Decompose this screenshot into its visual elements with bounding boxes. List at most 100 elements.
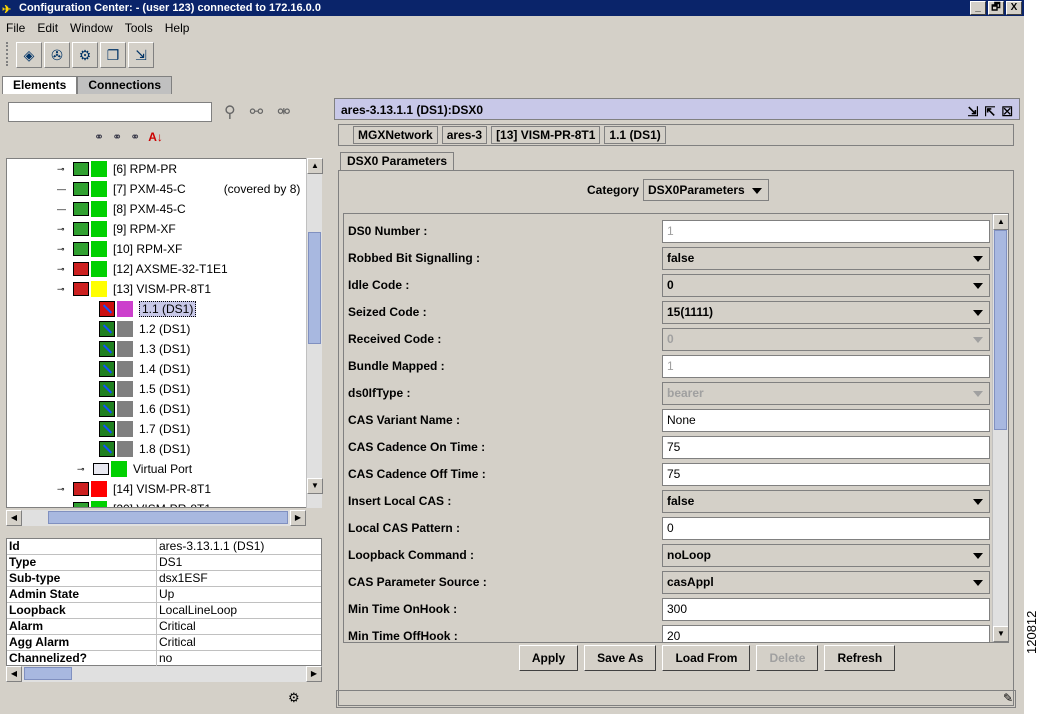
tree-item[interactable]: ⊸ [20] VISM-PR-8T1	[57, 499, 211, 508]
field-select[interactable]: noLoop	[662, 544, 990, 567]
tree-expander-icon[interactable]: ⊸	[57, 504, 67, 508]
tree-item[interactable]: 1.1 (DS1)	[77, 299, 197, 319]
status-icon[interactable]: ⚙	[288, 690, 300, 706]
gear-icon[interactable]: ⚙	[72, 42, 98, 68]
tree-item[interactable]: 1.2 (DS1)	[77, 319, 190, 339]
tree-item[interactable]: — [7] PXM-45-C (covered by 8)	[57, 179, 300, 199]
menu-edit[interactable]: Edit	[31, 18, 64, 40]
refresh-button[interactable]: Refresh	[824, 645, 896, 671]
scroll-thumb[interactable]	[308, 232, 321, 344]
field-select[interactable]: 0	[662, 274, 990, 297]
field-input[interactable]: 75	[662, 463, 990, 486]
tree-expander-icon[interactable]: —	[57, 184, 67, 194]
tree-horizontal-scrollbar[interactable]: ◀ ▶	[6, 510, 306, 526]
field-select[interactable]: false	[662, 247, 990, 270]
tree-expander-icon[interactable]: ⊸	[57, 284, 67, 295]
tree-item[interactable]: — [8] PXM-45-C	[57, 199, 186, 219]
export-icon[interactable]: ⇲	[128, 42, 154, 68]
field-select[interactable]: casAppl	[662, 571, 990, 594]
restore-icon[interactable]: ⇱	[984, 101, 995, 123]
property-row: Id ares-3.13.1.1 (DS1)	[7, 539, 321, 555]
tree-item[interactable]: ⊸ [14] VISM-PR-8T1	[57, 479, 211, 499]
tree-item[interactable]: ⊸ [12] AXSME-32-T1E1	[57, 259, 228, 279]
minimize-button[interactable]: _	[970, 1, 986, 15]
field-input[interactable]: 300	[662, 598, 990, 621]
toolbar-grip[interactable]	[6, 42, 10, 66]
scroll-down-arrow[interactable]: ▼	[307, 478, 323, 494]
edit-icon[interactable]: ✎	[1003, 691, 1013, 705]
cube-icon[interactable]: ◈	[16, 42, 42, 68]
fields-scroll-up-arrow[interactable]: ▲	[993, 214, 1008, 230]
tree-expander-icon[interactable]: ⊸	[57, 264, 67, 275]
scroll-right-arrow[interactable]: ▶	[290, 510, 306, 526]
breadcrumb-line[interactable]: 1.1 (DS1)	[604, 126, 666, 144]
menu-tools[interactable]: Tools	[119, 18, 159, 40]
tree-expander-icon[interactable]: —	[57, 204, 67, 214]
tree-item[interactable]: 1.7 (DS1)	[77, 419, 190, 439]
tree-expander-icon[interactable]: ⊸	[57, 164, 67, 175]
hscroll-thumb[interactable]	[48, 511, 288, 524]
undock-icon[interactable]: ⇲	[968, 101, 979, 123]
tree-item[interactable]: ⊸ [10] RPM-XF	[57, 239, 182, 259]
tab-elements[interactable]: Elements	[2, 76, 78, 94]
tree-item[interactable]: 1.8 (DS1)	[77, 439, 190, 459]
field-select[interactable]: false	[662, 490, 990, 513]
tree-item[interactable]: ⊸ [9] RPM-XF	[57, 219, 176, 239]
tree-item[interactable]: 1.3 (DS1)	[77, 339, 190, 359]
sort-az-icon[interactable]: A↓	[148, 130, 163, 144]
tree-expander-icon[interactable]: ⊸	[57, 244, 67, 255]
expand-level-icon[interactable]: ⚭	[130, 130, 140, 144]
element-tree[interactable]: ⊸ [6] RPM-PR — [7] PXM-45-C (covered by 8) — […	[6, 158, 322, 508]
props-scroll-left-arrow[interactable]: ◀	[6, 666, 22, 682]
maximize-button[interactable]: 🗗	[988, 1, 1004, 15]
tab-connections[interactable]: Connections	[77, 76, 173, 94]
search-input[interactable]	[8, 102, 212, 122]
tree-vertical-scrollbar[interactable]: ▲ ▼	[306, 158, 323, 508]
fields-scrollbar[interactable]: ▲ ▼	[992, 214, 1008, 642]
tree-expander-icon[interactable]: ⊸	[57, 484, 67, 495]
breadcrumb-network[interactable]: MGXNetwork	[353, 126, 438, 144]
tree-item[interactable]: 1.6 (DS1)	[77, 399, 190, 419]
tree-item[interactable]: ⊸ [6] RPM-PR	[57, 159, 177, 179]
field-input[interactable]: None	[662, 409, 990, 432]
fields-scroll-thumb[interactable]	[994, 230, 1007, 430]
tree-item[interactable]: 1.5 (DS1)	[77, 379, 190, 399]
expand-all-icon[interactable]: ⚭	[94, 130, 104, 144]
props-horizontal-scrollbar[interactable]: ◀ ▶	[6, 666, 322, 682]
props-scroll-right-arrow[interactable]: ▶	[306, 666, 322, 682]
load-from-button[interactable]: Load From	[662, 645, 751, 671]
tree-expander-icon[interactable]: ⊸	[57, 224, 67, 235]
save-as-button[interactable]: Save As	[584, 645, 657, 671]
breadcrumb-node[interactable]: ares-3	[441, 126, 488, 144]
breadcrumb-card[interactable]: [13] VISM-PR-8T1	[491, 126, 601, 144]
tab-dsx0-parameters[interactable]: DSX0 Parameters	[340, 152, 455, 170]
fields-scroll-down-arrow[interactable]: ▼	[993, 626, 1008, 642]
props-hscroll-thumb[interactable]	[24, 667, 72, 680]
tree-expander-icon[interactable]: ⊸	[77, 464, 87, 475]
field-input[interactable]: 20	[662, 625, 990, 642]
field-input[interactable]: 0	[662, 517, 990, 540]
menu-file[interactable]: File	[0, 18, 31, 40]
collapse-all-icon[interactable]: ⚭	[112, 130, 122, 144]
field-row: CAS Variant Name : None	[344, 407, 992, 434]
property-value: no	[159, 651, 173, 665]
find-next-icon[interactable]: ⚯	[250, 102, 263, 122]
satellite-icon[interactable]: ✇	[44, 42, 70, 68]
panel-close-icon[interactable]: ☒	[1001, 101, 1013, 123]
find-previous-icon[interactable]: ⚮	[277, 102, 290, 122]
copy-icon[interactable]: ❐	[100, 42, 126, 68]
tree-item[interactable]: 1.4 (DS1)	[77, 359, 190, 379]
scroll-left-arrow[interactable]: ◀	[6, 510, 22, 526]
apply-button[interactable]: Apply	[518, 645, 579, 671]
card-icon	[73, 502, 89, 507]
tree-item[interactable]: ⊸ Virtual Port	[77, 459, 192, 479]
menu-help[interactable]: Help	[159, 18, 196, 40]
tree-item[interactable]: ⊸ [13] VISM-PR-8T1	[57, 279, 211, 299]
category-select[interactable]: DSX0Parameters	[643, 179, 769, 201]
menu-window[interactable]: Window	[64, 18, 119, 40]
scroll-up-arrow[interactable]: ▲	[307, 158, 323, 174]
binoculars-icon[interactable]: ⚲	[224, 102, 236, 122]
field-input[interactable]: 75	[662, 436, 990, 459]
close-button[interactable]: X	[1006, 1, 1022, 15]
field-select[interactable]: 15(1111)	[662, 301, 990, 324]
